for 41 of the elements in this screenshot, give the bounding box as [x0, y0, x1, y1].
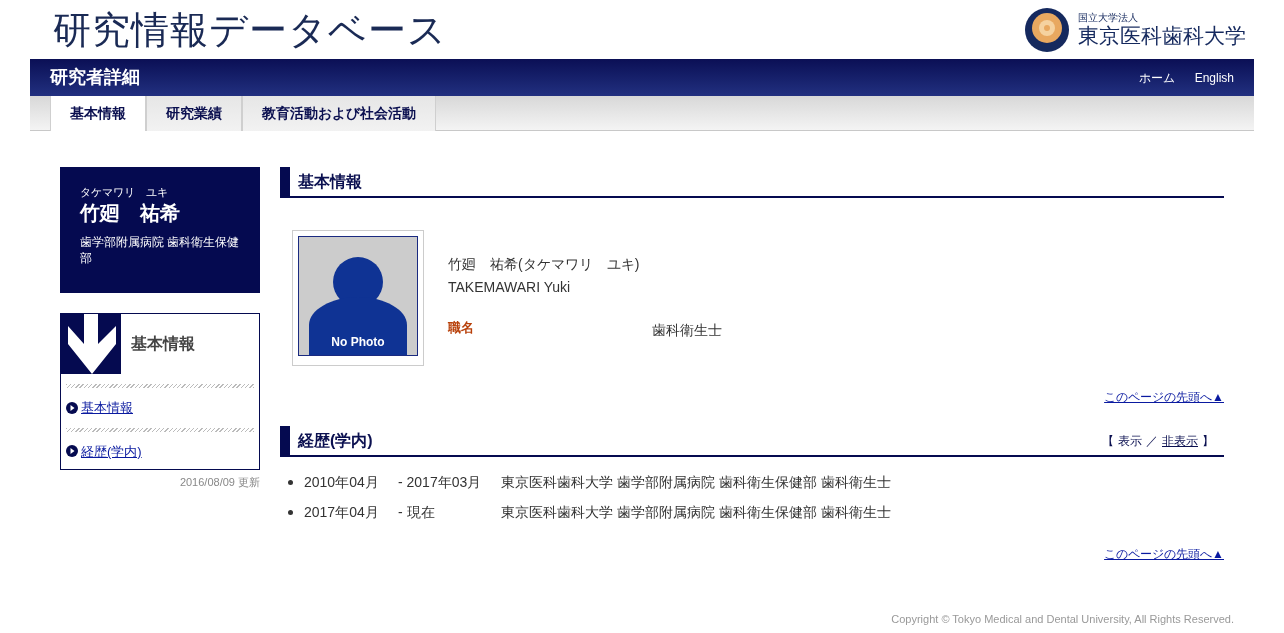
- show-link[interactable]: 表示: [1118, 431, 1142, 450]
- page-title: 研究者詳細: [50, 66, 140, 89]
- header-link[interactable]: English: [1194, 68, 1234, 87]
- end-date: - 現在: [398, 502, 436, 522]
- tab[interactable]: 研究業績: [146, 96, 242, 131]
- bullet-icon: [288, 509, 293, 515]
- copyright: Copyright © Tokyo Medical and Dental University, All Rights Reserved.: [891, 612, 1234, 627]
- separator: ／: [1146, 432, 1158, 450]
- university-caption: 国立大学法人: [1078, 13, 1139, 23]
- career-detail: 東京医科歯科大学 歯学部附属病院 歯科衛生保健部 歯科衛生士: [501, 472, 891, 492]
- hide-link[interactable]: 非表示: [1162, 431, 1198, 450]
- person-silhouette-icon: [309, 257, 407, 355]
- name-kana: タケマワリ ユキ: [80, 187, 169, 198]
- start-date: 2010年04月: [304, 472, 380, 492]
- career-detail: 東京医科歯科大学 歯学部附属病院 歯科衛生保健部 歯科衛生士: [501, 502, 891, 522]
- section-heading: 基本情報: [280, 167, 1224, 198]
- photo-caption: No Photo: [330, 334, 386, 351]
- name-japanese: 竹廻 祐希(タケマワリ ユキ): [448, 255, 641, 274]
- side-menu-link[interactable]: 基本情報: [81, 398, 133, 418]
- field-label: 職名: [448, 319, 475, 337]
- side-menu-title: 基本情報: [131, 334, 195, 354]
- affiliation: 歯学部附属病院 歯科衛生保健部: [80, 234, 240, 266]
- bullet-icon: [288, 479, 293, 485]
- researcher-name: 竹廻 祐希: [80, 201, 181, 226]
- header-link[interactable]: ホーム: [1138, 68, 1175, 87]
- field-value: 歯科衛生士: [652, 321, 722, 340]
- tab[interactable]: 基本情報: [50, 96, 146, 131]
- updated-date: 2016/08/09 更新: [179, 475, 260, 490]
- university-name: 東京医科歯科大学: [1078, 25, 1246, 46]
- site-title: 研究情報データベース: [53, 10, 447, 49]
- bracket: 】: [1202, 432, 1214, 450]
- section-title: 経歴(学内): [298, 430, 373, 451]
- side-menu-link[interactable]: 経歴(学内): [81, 441, 142, 461]
- university-emblem-icon: [1024, 6, 1070, 53]
- bracket: 【: [1102, 432, 1114, 450]
- end-date: - 2017年03月: [398, 472, 483, 492]
- start-date: 2017年04月: [304, 502, 380, 522]
- back-to-top-link[interactable]: このページの先頭へ▲: [1104, 388, 1224, 406]
- name-english: TAKEMAWARI Yuki: [448, 278, 572, 297]
- back-to-top-link[interactable]: このページの先頭へ▲: [1104, 545, 1224, 563]
- tab[interactable]: 教育活動および社会活動: [242, 96, 436, 131]
